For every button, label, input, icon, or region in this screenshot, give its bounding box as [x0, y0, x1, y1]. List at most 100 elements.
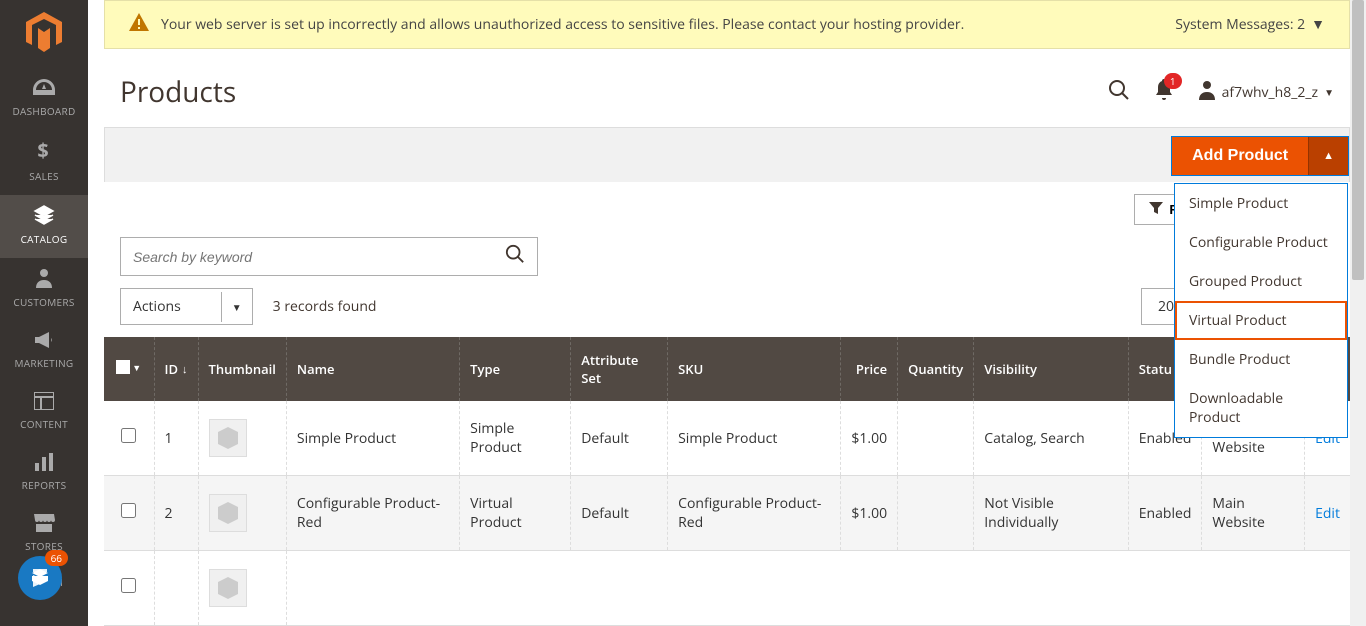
cell-id: 2 — [154, 476, 198, 551]
cell-website: Main Website — [1202, 476, 1305, 551]
thumbnail-placeholder — [209, 419, 247, 457]
th-attribute-set[interactable]: Attribute Set — [571, 337, 668, 401]
scrollbar-thumb[interactable] — [1352, 0, 1364, 280]
search-input[interactable] — [121, 241, 493, 273]
sidebar-item-dashboard[interactable]: DASHBOARD — [0, 69, 88, 130]
person-icon — [0, 268, 88, 291]
sidebar-item-sales[interactable]: $ SALES — [0, 130, 88, 195]
chevron-down-icon: ▼ — [1324, 85, 1334, 99]
bulk-actions-select[interactable]: Actions ▼ — [120, 288, 253, 325]
cell-sku: Configurable Product-Red — [668, 476, 841, 551]
dropdown-item-grouped[interactable]: Grouped Product — [1175, 262, 1347, 301]
cell-attr-set: Default — [571, 476, 668, 551]
user-menu[interactable]: af7whv_h8_2_z ▼ — [1198, 80, 1334, 105]
sidebar-item-catalog[interactable]: CATALOG — [0, 195, 88, 258]
dropdown-item-virtual[interactable]: Virtual Product — [1175, 301, 1347, 340]
chevron-up-icon: ▲ — [1323, 150, 1334, 162]
records-found-text: 3 records found — [273, 297, 377, 316]
table-row[interactable] — [104, 551, 1350, 626]
table-row[interactable]: 1 Simple Product Simple Product Default … — [104, 401, 1350, 476]
thumbnail-placeholder — [209, 569, 247, 607]
megaphone-icon — [0, 331, 88, 352]
notifications-icon[interactable]: 1 — [1154, 79, 1174, 106]
sort-icon: ↓ — [182, 362, 188, 377]
th-sku[interactable]: SKU — [668, 337, 841, 401]
vertical-scrollbar[interactable] — [1350, 0, 1366, 626]
dropdown-item-downloadable[interactable]: Downloadable Product — [1175, 379, 1347, 437]
sidebar-label: CONTENT — [20, 417, 68, 431]
th-id[interactable]: ID ↓ — [154, 337, 198, 401]
system-message-text: Your web server is set up incorrectly an… — [161, 15, 964, 34]
table-row[interactable]: 2 Configurable Product-Red Virtual Produ… — [104, 476, 1350, 551]
dropdown-item-bundle[interactable]: Bundle Product — [1175, 340, 1347, 379]
th-price[interactable]: Price — [841, 337, 898, 401]
dollar-icon: $ — [0, 140, 88, 165]
sidebar-label: CUSTOMERS — [13, 295, 74, 309]
products-table: ▼ ID ↓ Thumbnail Name Type Attribute Set… — [104, 337, 1350, 626]
action-bar: Add Product ▲ Simple Product Configurabl… — [104, 127, 1350, 182]
help-badge-count: 66 — [45, 550, 68, 566]
sidebar-label: DASHBOARD — [12, 104, 75, 118]
cell-id: 1 — [154, 401, 198, 476]
page-title: Products — [120, 73, 236, 111]
sidebar-label: MARKETING — [15, 356, 74, 370]
svg-text:$: $ — [37, 140, 48, 162]
store-icon — [0, 514, 88, 535]
sidebar-label: SALES — [29, 169, 59, 183]
cell-type: Simple Product — [460, 401, 571, 476]
th-name[interactable]: Name — [286, 337, 459, 401]
cell-name: Simple Product — [286, 401, 459, 476]
cell-qty — [898, 476, 974, 551]
user-name: af7whv_h8_2_z — [1222, 83, 1318, 102]
warning-icon — [129, 13, 149, 36]
th-select-all[interactable]: ▼ — [104, 337, 154, 401]
cell-visibility: Not Visible Individually — [974, 476, 1128, 551]
cell-price: $1.00 — [841, 401, 898, 476]
cell-qty — [898, 401, 974, 476]
row-checkbox[interactable] — [121, 578, 136, 593]
dropdown-item-simple[interactable]: Simple Product — [1175, 184, 1347, 223]
cell-id — [154, 551, 198, 626]
bar-chart-icon — [0, 453, 88, 474]
cell-price: $1.00 — [841, 476, 898, 551]
dropdown-item-configurable[interactable]: Configurable Product — [1175, 223, 1347, 262]
row-checkbox[interactable] — [121, 503, 136, 518]
cell-type: Virtual Product — [460, 476, 571, 551]
admin-sidebar: DASHBOARD $ SALES CATALOG CUSTOMERS MARK… — [0, 0, 88, 626]
main-content: Your web server is set up incorrectly an… — [88, 0, 1366, 626]
system-message-bar: Your web server is set up incorrectly an… — [104, 0, 1350, 49]
sidebar-item-content[interactable]: CONTENT — [0, 382, 88, 443]
th-type[interactable]: Type — [460, 337, 571, 401]
cell-name: Configurable Product-Red — [286, 476, 459, 551]
cell-attr-set: Default — [571, 401, 668, 476]
chevron-down-icon: ▼ — [1311, 15, 1325, 34]
sidebar-item-customers[interactable]: CUSTOMERS — [0, 258, 88, 321]
th-thumbnail[interactable]: Thumbnail — [198, 337, 286, 401]
thumbnail-placeholder — [209, 494, 247, 532]
sidebar-label: CATALOG — [21, 232, 68, 246]
sidebar-item-marketing[interactable]: MARKETING — [0, 321, 88, 382]
add-product-dropdown-toggle[interactable]: ▲ — [1308, 137, 1348, 175]
user-icon — [1198, 80, 1216, 105]
search-submit-icon[interactable] — [493, 238, 537, 275]
system-message-toggle[interactable]: System Messages: 2 ▼ — [1175, 15, 1325, 34]
search-box — [120, 237, 538, 276]
edit-link[interactable]: Edit — [1315, 504, 1340, 523]
actions-label: Actions — [121, 289, 221, 324]
chevron-down-icon: ▼ — [221, 292, 252, 322]
layout-icon — [0, 392, 88, 413]
catalog-icon — [0, 205, 88, 228]
sidebar-item-reports[interactable]: REPORTS — [0, 443, 88, 504]
add-product-button[interactable]: Add Product — [1172, 137, 1308, 175]
sidebar-label: REPORTS — [22, 478, 67, 492]
chevron-down-icon: ▼ — [132, 361, 141, 374]
th-quantity[interactable]: Quantity — [898, 337, 974, 401]
row-checkbox[interactable] — [121, 428, 136, 443]
magento-logo-icon[interactable] — [26, 12, 62, 57]
help-badge[interactable]: 66 — [18, 556, 62, 600]
search-icon[interactable] — [1108, 79, 1130, 106]
th-visibility[interactable]: Visibility — [974, 337, 1128, 401]
add-product-dropdown: Simple Product Configurable Product Grou… — [1174, 183, 1348, 438]
cell-sku: Simple Product — [668, 401, 841, 476]
notification-badge: 1 — [1164, 73, 1182, 89]
